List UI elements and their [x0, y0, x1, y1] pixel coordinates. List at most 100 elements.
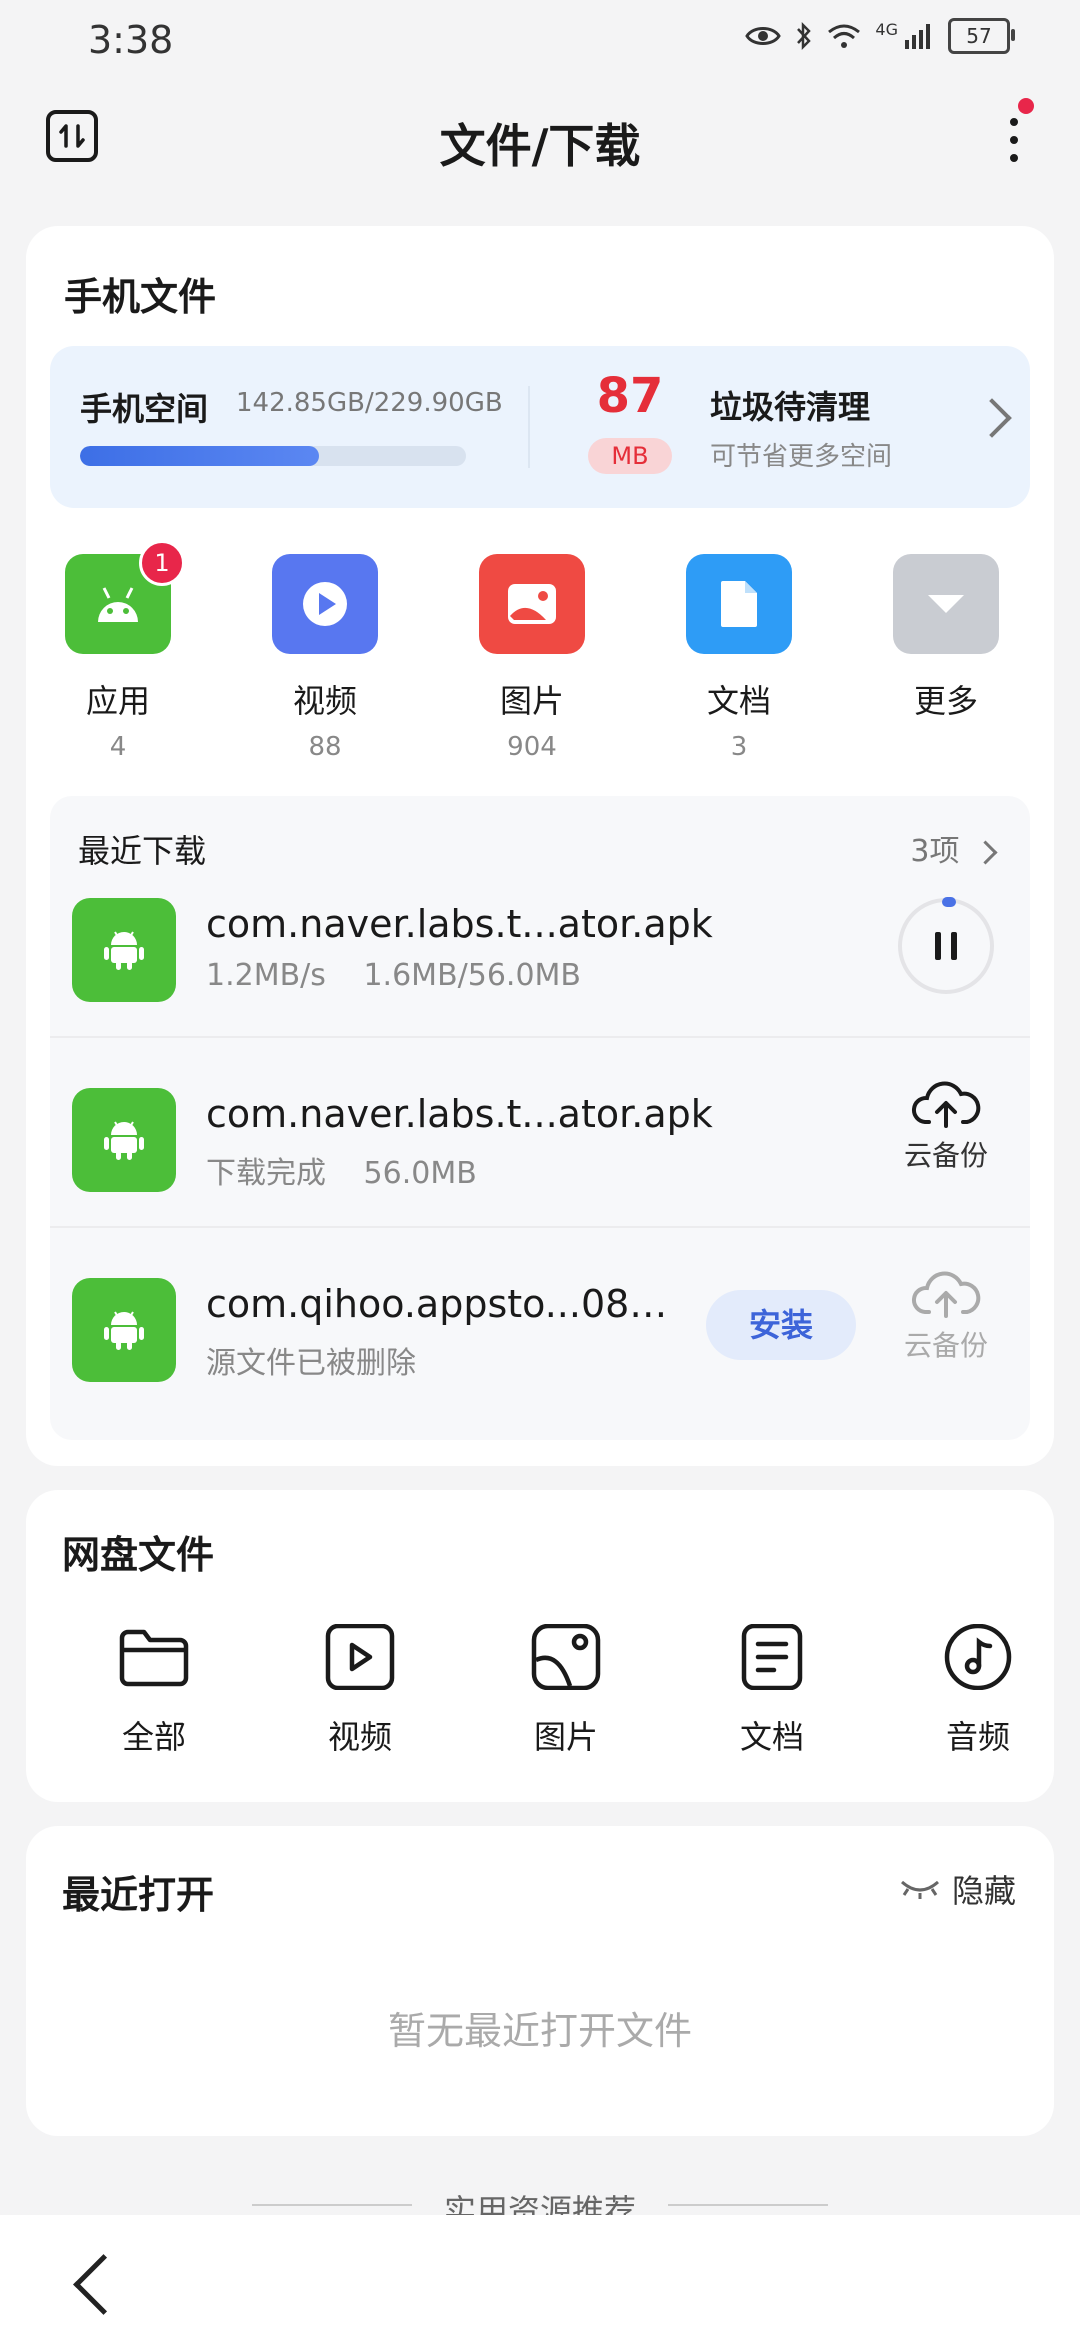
more-dot-icon — [1010, 154, 1018, 162]
more-dot-icon — [1010, 136, 1018, 144]
category-apps[interactable]: 1 应用 4 — [48, 540, 188, 762]
eye-closed-icon — [900, 1880, 939, 1899]
apk-file-tile — [72, 1088, 176, 1192]
junk-title: 垃圾待清理 — [710, 388, 871, 426]
netdisk-title: 网盘文件 — [62, 1533, 215, 1577]
cloud-backup-label: 云备份 — [903, 1139, 988, 1172]
wifi-icon — [828, 24, 861, 48]
status-icons: 4G 57 — [745, 18, 1015, 54]
storage-progress-fill — [80, 446, 320, 466]
category-count: 3 — [730, 732, 748, 762]
images-tile — [479, 554, 585, 654]
chevron-right-icon — [972, 398, 1012, 438]
category-label: 应用 — [85, 682, 150, 720]
cloud-upload-icon — [912, 1081, 981, 1128]
download-progress: 1.6MB/56.0MB — [363, 958, 582, 993]
pause-icon — [935, 932, 941, 960]
eye-icon — [745, 27, 782, 45]
junk-unit-badge: MB — [588, 438, 672, 474]
netdisk-label: 文档 — [739, 1718, 804, 1756]
document-icon — [721, 581, 757, 627]
junk-amount: 87 — [596, 368, 664, 424]
netdisk-image[interactable]: 图片 — [496, 1623, 636, 1758]
cloud-upload-icon — [912, 1271, 981, 1318]
download-file-name: com.naver.labs.t...ator.apk — [206, 1092, 713, 1136]
category-count: 88 — [308, 732, 342, 762]
android-icon — [104, 931, 144, 970]
bluetooth-icon — [797, 21, 812, 51]
recent-downloads-panel: 最近下载 3项 com.naver.labs.t...ator.apk 1.2M… — [50, 796, 1030, 1440]
category-documents[interactable]: 文档 3 — [669, 554, 809, 762]
category-count: 904 — [507, 732, 557, 762]
netdisk-label: 全部 — [121, 1718, 186, 1756]
apk-file-tile — [72, 898, 176, 1002]
bottom-navigation-bar — [0, 2215, 1080, 2340]
hide-label: 隐藏 — [951, 1872, 1016, 1910]
image-icon — [531, 1623, 601, 1691]
more-options-button[interactable] — [994, 98, 1034, 174]
netdisk-audio[interactable]: 音频 — [908, 1623, 1048, 1758]
category-label: 文档 — [706, 682, 771, 720]
apk-file-tile — [72, 1278, 176, 1382]
video-icon — [325, 1623, 395, 1691]
category-label: 图片 — [499, 682, 564, 720]
folder-icon — [119, 1629, 189, 1687]
storage-panel[interactable]: 手机空间 142.85GB/229.90GB 87 MB 垃圾待清理 可节省更多… — [50, 346, 1030, 508]
network-type: 4G — [875, 19, 898, 39]
cloud-backup-button[interactable]: 云备份 — [880, 1268, 1012, 1364]
junk-subtitle: 可节省更多空间 — [710, 442, 893, 472]
category-label: 视频 — [292, 682, 357, 720]
storage-progress-bar — [80, 446, 466, 466]
page-title: 文件/下载 — [439, 119, 641, 173]
battery-level: 57 — [966, 24, 992, 48]
progress-indicator — [942, 897, 956, 907]
battery-indicator: 57 — [948, 18, 1015, 54]
back-arrow-icon[interactable] — [73, 2254, 134, 2315]
apps-badge: 1 — [139, 540, 185, 586]
netdisk-card: 网盘文件 全部 视频 图片 文档 音频 — [26, 1490, 1054, 1802]
download-row[interactable]: com.naver.labs.t...ator.apk 下载完成 56.0MB … — [50, 1038, 1030, 1228]
netdisk-all[interactable]: 全部 — [84, 1624, 224, 1758]
cloud-backup-label: 云备份 — [903, 1329, 988, 1362]
more-dot-icon — [1010, 118, 1018, 126]
image-icon — [508, 584, 556, 624]
hide-button[interactable]: 隐藏 — [898, 1866, 1016, 1912]
android-icon — [98, 587, 138, 622]
recent-open-title: 最近打开 — [62, 1873, 215, 1917]
download-size: 56.0MB — [363, 1156, 477, 1191]
netdisk-video[interactable]: 视频 — [290, 1623, 430, 1758]
storage-divider — [528, 386, 530, 468]
download-file-name: com.naver.labs.t...ator.apk — [206, 902, 713, 946]
netdisk-label: 音频 — [945, 1718, 1010, 1756]
download-file-name: com.qihoo.appsto...08… — [206, 1282, 668, 1326]
category-more[interactable]: 更多 — [876, 554, 1016, 722]
phone-files-title: 手机文件 — [64, 275, 217, 319]
category-videos[interactable]: 视频 88 — [255, 554, 395, 762]
download-meta: 下载完成 56.0MB — [206, 1148, 477, 1192]
document-icon — [741, 1623, 803, 1691]
android-icon — [104, 1121, 144, 1160]
download-speed: 1.2MB/s — [206, 958, 326, 993]
category-label: 更多 — [913, 682, 978, 720]
netdisk-document[interactable]: 文档 — [702, 1623, 842, 1758]
pause-download-button[interactable] — [898, 897, 994, 994]
music-note-icon — [944, 1623, 1012, 1691]
netdisk-label: 视频 — [327, 1718, 392, 1756]
download-row[interactable]: com.naver.labs.t...ator.apk 1.2MB/s 1.6M… — [50, 848, 1030, 1038]
pause-icon — [951, 932, 957, 960]
documents-tile — [686, 554, 792, 654]
download-row[interactable]: com.qihoo.appsto...08… 源文件已被删除 安装 云备份 — [50, 1228, 1030, 1418]
empty-state-text: 暂无最近打开文件 — [387, 2009, 692, 2053]
netdisk-label: 图片 — [533, 1718, 598, 1756]
category-count: 4 — [109, 732, 127, 762]
download-meta: 1.2MB/s 1.6MB/56.0MB — [206, 958, 581, 993]
install-button[interactable]: 安装 — [706, 1290, 856, 1360]
cloud-backup-button[interactable]: 云备份 — [880, 1078, 1012, 1174]
signal-icon — [905, 24, 930, 49]
play-icon — [303, 582, 347, 626]
phone-files-card: 手机文件 手机空间 142.85GB/229.90GB 87 MB 垃圾待清理 … — [26, 226, 1054, 1466]
notification-dot — [1018, 98, 1034, 114]
category-images[interactable]: 图片 904 — [462, 554, 602, 762]
android-icon — [104, 1311, 144, 1350]
chevron-down-icon — [928, 595, 964, 613]
